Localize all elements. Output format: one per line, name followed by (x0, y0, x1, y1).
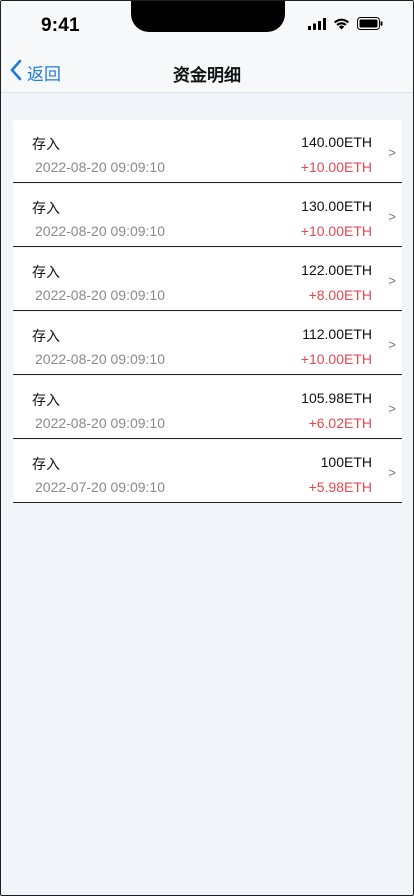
page-title: 资金明细 (173, 66, 241, 85)
battery-icon (357, 17, 383, 35)
record-change: +8.00ETH (308, 287, 372, 303)
signal-icon (308, 17, 326, 35)
list-item[interactable]: 存入 112.00ETH 2022-08-20 09:09:10 +10.00E… (13, 312, 402, 375)
record-type: 存入 (32, 200, 60, 216)
list-item[interactable]: 存入 100ETH 2022-07-20 09:09:10 +5.98ETH > (13, 440, 402, 503)
record-change: +10.00ETH (300, 223, 372, 239)
record-date: 2022-08-20 09:09:10 (35, 223, 165, 239)
record-change: +10.00ETH (300, 351, 372, 367)
chevron-right-icon: > (388, 209, 396, 224)
phone-screen: 9:41 返回 资金明细 存入 140.00ETH 2022-08-20 09:… (0, 0, 414, 896)
record-balance: 100ETH (320, 454, 372, 470)
status-icons (308, 17, 383, 35)
record-change: +10.00ETH (300, 159, 372, 175)
list-item[interactable]: 存入 140.00ETH 2022-08-20 09:09:10 +10.00E… (13, 120, 402, 183)
list-item[interactable]: 存入 122.00ETH 2022-08-20 09:09:10 +8.00ET… (13, 248, 402, 311)
record-balance: 112.00ETH (302, 326, 372, 342)
chevron-right-icon: > (388, 273, 396, 288)
chevron-right-icon: > (388, 337, 396, 352)
record-change: +6.02ETH (308, 415, 372, 431)
navigation-bar: 返回 资金明细 (1, 49, 413, 93)
status-time: 9:41 (41, 15, 80, 36)
record-balance: 140.00ETH (301, 134, 372, 150)
list-item[interactable]: 存入 130.00ETH 2022-08-20 09:09:10 +10.00E… (13, 184, 402, 247)
record-type: 存入 (32, 456, 60, 472)
wifi-icon (333, 17, 350, 35)
status-bar: 9:41 (1, 1, 413, 49)
record-type: 存入 (32, 392, 60, 408)
chevron-right-icon: > (388, 401, 396, 416)
record-date: 2022-08-20 09:09:10 (35, 415, 165, 431)
record-change: +5.98ETH (308, 479, 372, 495)
fund-record-list: 存入 140.00ETH 2022-08-20 09:09:10 +10.00E… (13, 120, 402, 504)
record-date: 2022-08-20 09:09:10 (35, 287, 165, 303)
record-date: 2022-08-20 09:09:10 (35, 159, 165, 175)
record-type: 存入 (32, 136, 60, 152)
record-balance: 105.98ETH (301, 390, 372, 406)
record-balance: 130.00ETH (301, 198, 372, 214)
device-notch (131, 1, 285, 32)
chevron-right-icon: > (388, 145, 396, 160)
list-item[interactable]: 存入 105.98ETH 2022-08-20 09:09:10 +6.02ET… (13, 376, 402, 439)
record-type: 存入 (32, 328, 60, 344)
record-type: 存入 (32, 264, 60, 280)
chevron-right-icon: > (388, 465, 396, 480)
record-date: 2022-08-20 09:09:10 (35, 351, 165, 367)
record-date: 2022-07-20 09:09:10 (35, 479, 165, 495)
record-balance: 122.00ETH (301, 262, 372, 278)
